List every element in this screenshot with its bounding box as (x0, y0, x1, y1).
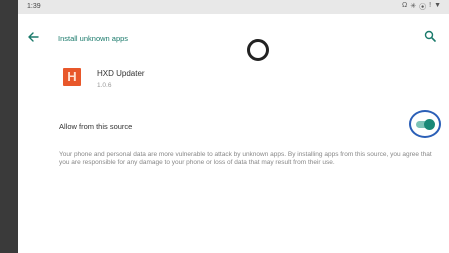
home-button-overlay[interactable] (247, 39, 269, 61)
warning-description: Your phone and personal data are more vu… (59, 151, 432, 166)
allow-from-source-label[interactable]: Allow from this source (59, 122, 132, 131)
device-frame: 1:39 Ω ✳ ⦿ ! ▼ Install unknown apps H HX… (0, 0, 449, 253)
wifi-icon: ▼ (434, 2, 441, 9)
location-icon: ⦿ (419, 4, 427, 11)
page-title: Install unknown apps (58, 34, 129, 43)
back-arrow-icon[interactable] (26, 30, 40, 44)
status-time: 1:39 (27, 3, 41, 10)
bluetooth-icon: ✳ (410, 3, 417, 10)
alert-icon: ! (429, 2, 432, 9)
app-version: 1.0.6 (97, 82, 112, 89)
device-bezel (0, 0, 18, 253)
app-icon-letter: H (67, 69, 77, 84)
app-name: HXD Updater (97, 69, 145, 78)
allow-toggle-thumb[interactable] (424, 119, 435, 130)
app-icon: H (63, 68, 81, 86)
screen: 1:39 Ω ✳ ⦿ ! ▼ Install unknown apps H HX… (18, 0, 449, 253)
status-icons: Ω ✳ ⦿ ! ▼ (402, 2, 441, 12)
status-bar: 1:39 Ω ✳ ⦿ ! ▼ (18, 0, 449, 14)
search-icon[interactable] (424, 30, 436, 42)
app-bar: Install unknown apps (18, 14, 449, 61)
headset-icon: Ω (401, 2, 408, 9)
